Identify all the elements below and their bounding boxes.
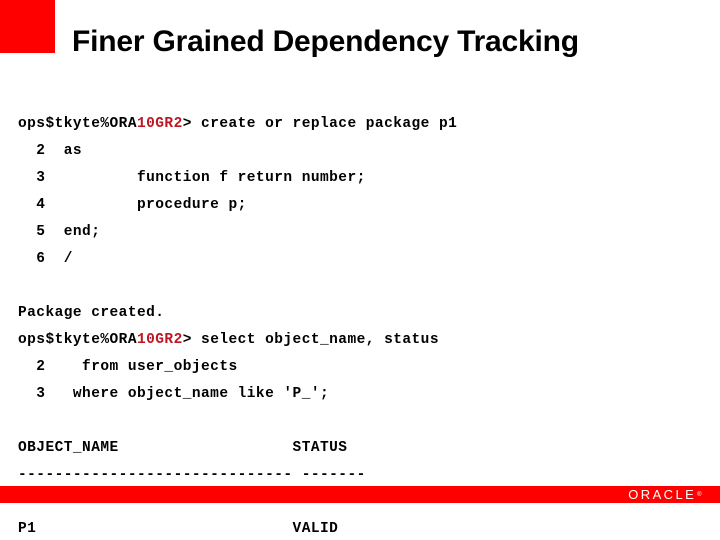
slide-canvas: Finer Grained Dependency Tracking ops$tk… (0, 0, 720, 540)
terminal-line: ops$tkyte%ORA10GR2> select object_name, … (18, 327, 702, 354)
terminal-line: ops$tkyte%ORA10GR2> create or replace pa… (18, 111, 702, 138)
terminal-text-highlight: 10GR2 (136, 332, 183, 348)
terminal-text: 2 as (18, 143, 83, 159)
terminal-text: ------------------------------ ------- (18, 467, 366, 483)
terminal-line: 3 where object_name like 'P_'; (18, 381, 702, 408)
terminal-line: ------------------------------ ------- (18, 462, 702, 489)
terminal-text: 3 function f return number; (18, 170, 366, 186)
terminal-line: 2 as (18, 138, 702, 165)
terminal-line: P1 VALID (18, 516, 702, 540)
terminal-line: OBJECT_NAME STATUS (18, 435, 702, 462)
terminal-line: 6 / (18, 246, 702, 273)
registered-trademark-icon: ® (697, 491, 704, 498)
terminal-text: P1 VALID (18, 521, 339, 537)
oracle-wordmark: ORACLE (628, 487, 697, 502)
terminal-text: > create or replace package p1 (182, 116, 458, 132)
terminal-text: ops$tkyte%ORA (18, 332, 137, 348)
terminal-text: > select object_name, status (182, 332, 439, 348)
terminal-text: ops$tkyte%ORA (18, 116, 137, 132)
terminal-line: 4 procedure p; (18, 192, 702, 219)
terminal-text: 2 from user_objects (18, 359, 238, 375)
terminal-text: 3 where object_name like 'P_'; (18, 386, 330, 402)
terminal-line: 3 function f return number; (18, 165, 702, 192)
terminal-line: 5 end; (18, 219, 702, 246)
terminal-text: Package created. (18, 305, 165, 321)
terminal-line: Package created. (18, 300, 702, 327)
terminal-text: OBJECT_NAME STATUS (18, 440, 348, 456)
terminal-output: ops$tkyte%ORA10GR2> create or replace pa… (18, 111, 702, 540)
footer-bar (0, 486, 720, 503)
oracle-logo: ORACLE ® (628, 487, 704, 502)
terminal-text: 6 / (18, 251, 73, 267)
red-corner-accent (0, 0, 55, 53)
terminal-line: 2 from user_objects (18, 354, 702, 381)
terminal-text: 4 procedure p; (18, 197, 247, 213)
terminal-text: 5 end; (18, 224, 101, 240)
terminal-text-highlight: 10GR2 (136, 116, 183, 132)
page-title: Finer Grained Dependency Tracking (72, 25, 579, 58)
